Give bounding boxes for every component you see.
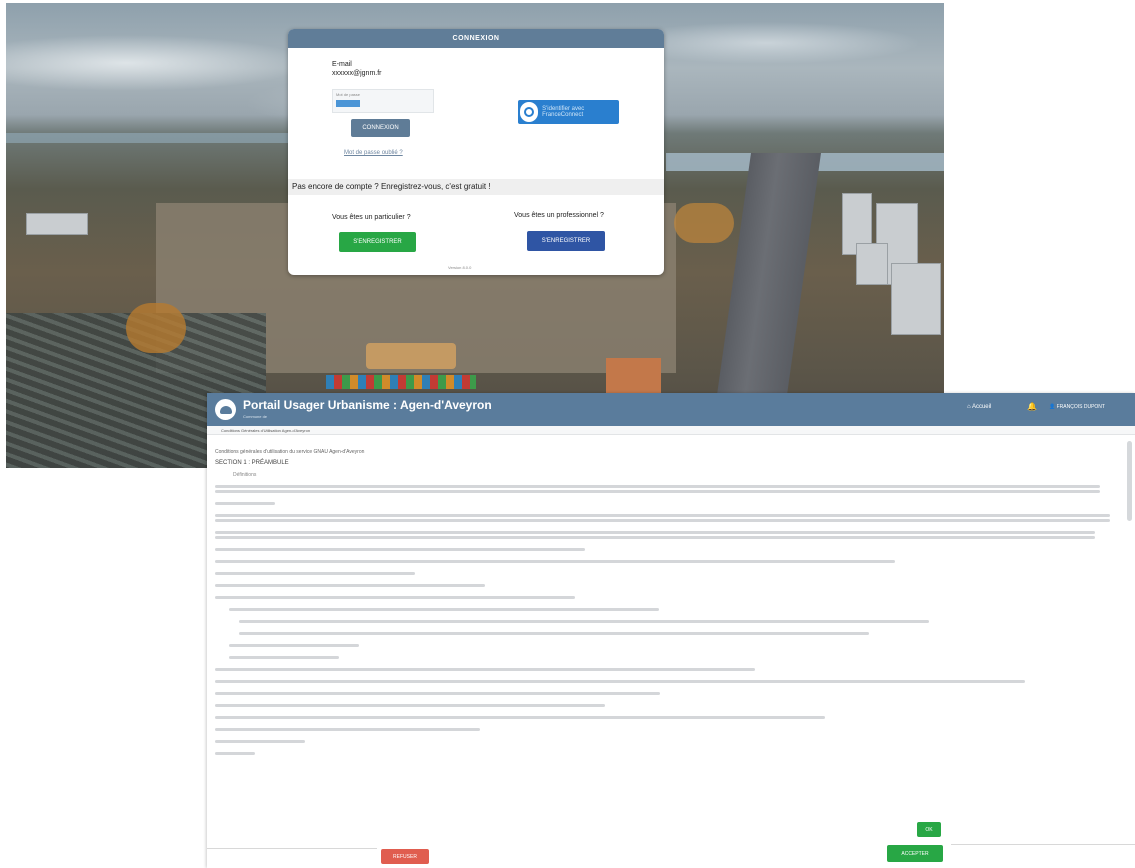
franceconnect-label: S'identifier avec FranceConnect — [542, 106, 585, 118]
doc-text-line — [215, 668, 755, 671]
portal-title: Portail Usager Urbanisme : Agen-d'Aveyro… — [243, 398, 492, 412]
identifier-label: E-mail — [332, 61, 352, 68]
footer-divider-left — [207, 848, 377, 849]
user-menu[interactable]: 👤 FRANÇOIS DUPONT — [1049, 404, 1105, 410]
doc-intro: Conditions générales d'utilisation du se… — [215, 449, 365, 455]
doc-section-title: SECTION 1 : PRÉAMBULE — [215, 460, 289, 466]
franceconnect-button[interactable]: S'identifier avec FranceConnect — [518, 100, 619, 124]
password-field[interactable]: Mot de passe — [332, 89, 434, 113]
doc-text-line — [215, 572, 415, 575]
home-icon: ⌂ — [967, 404, 971, 410]
footer-divider-right — [951, 844, 1135, 845]
doc-text-line — [215, 514, 1110, 517]
register-professional-button[interactable]: S'ENREGISTRER — [527, 231, 605, 251]
cloud-logo-icon — [215, 399, 236, 420]
version-text: Version 8.0.0 — [448, 265, 472, 270]
portal-subtitle: Commune de — [243, 414, 268, 419]
connect-button[interactable]: CONNEXION — [351, 119, 410, 137]
doc-text-line — [215, 531, 1095, 534]
franceconnect-icon — [520, 102, 539, 122]
doc-text-line — [229, 644, 359, 647]
password-placeholder: Mot de passe — [336, 92, 361, 97]
doc-text-line — [215, 728, 480, 731]
doc-text-line — [215, 704, 605, 707]
doc-text-line — [215, 692, 660, 695]
register-particular-button[interactable]: S'ENREGISTRER — [339, 232, 416, 252]
doc-text-line — [229, 656, 339, 659]
user-icon: 👤 — [1049, 404, 1056, 410]
portal-header: Portail Usager Urbanisme : Agen-d'Aveyro… — [207, 393, 1135, 426]
doc-text-line — [215, 752, 255, 755]
professional-question: Vous êtes un professionnel ? — [514, 212, 604, 219]
doc-text-line — [215, 502, 275, 505]
ok-button[interactable]: OK — [917, 822, 941, 837]
signup-prompt: Pas encore de compte ? Enregistrez-vous,… — [288, 179, 664, 195]
password-selection — [336, 100, 360, 107]
accept-button[interactable]: ACCEPTER — [887, 845, 943, 862]
user-name: FRANÇOIS DUPONT — [1056, 404, 1105, 410]
document-scrollbar[interactable] — [1127, 441, 1132, 521]
breadcrumb: Conditions Générales d'Utilisation Agen-… — [207, 426, 1135, 435]
breadcrumb-text: Conditions Générales d'Utilisation Agen-… — [221, 428, 311, 433]
bell-icon[interactable]: 🔔 — [1027, 402, 1037, 411]
doc-text-line — [215, 584, 485, 587]
identifier-field[interactable]: xxxxxx@jgnm.fr — [332, 70, 382, 77]
screenshot: CONNEXION E-mail xxxxxx@jgnm.fr Mot de p… — [0, 0, 1135, 868]
doc-subsection: Définitions — [233, 472, 257, 478]
forgot-password-link[interactable]: Mot de passe oublié ? — [344, 150, 403, 156]
doc-text-line — [215, 560, 895, 563]
login-title: CONNEXION — [288, 29, 664, 48]
doc-text-line — [215, 485, 1100, 488]
portal-window: Portail Usager Urbanisme : Agen-d'Aveyro… — [207, 393, 1135, 868]
doc-text-line — [215, 716, 825, 719]
nav-home-link[interactable]: ⌂ Accueil — [967, 404, 991, 410]
refuse-button[interactable]: REFUSER — [381, 849, 429, 864]
doc-text-line — [239, 632, 869, 635]
particular-question: Vous êtes un particulier ? — [332, 214, 411, 221]
nav-home-label: Accueil — [971, 404, 992, 410]
terms-document: Conditions générales d'utilisation du se… — [215, 449, 1115, 819]
doc-text-line — [239, 620, 929, 623]
doc-text-line — [229, 608, 659, 611]
login-modal: CONNEXION E-mail xxxxxx@jgnm.fr Mot de p… — [288, 29, 664, 275]
doc-text-line — [215, 596, 575, 599]
doc-text-line — [215, 740, 305, 743]
doc-text-line — [215, 680, 1025, 683]
doc-text-line — [215, 548, 585, 551]
